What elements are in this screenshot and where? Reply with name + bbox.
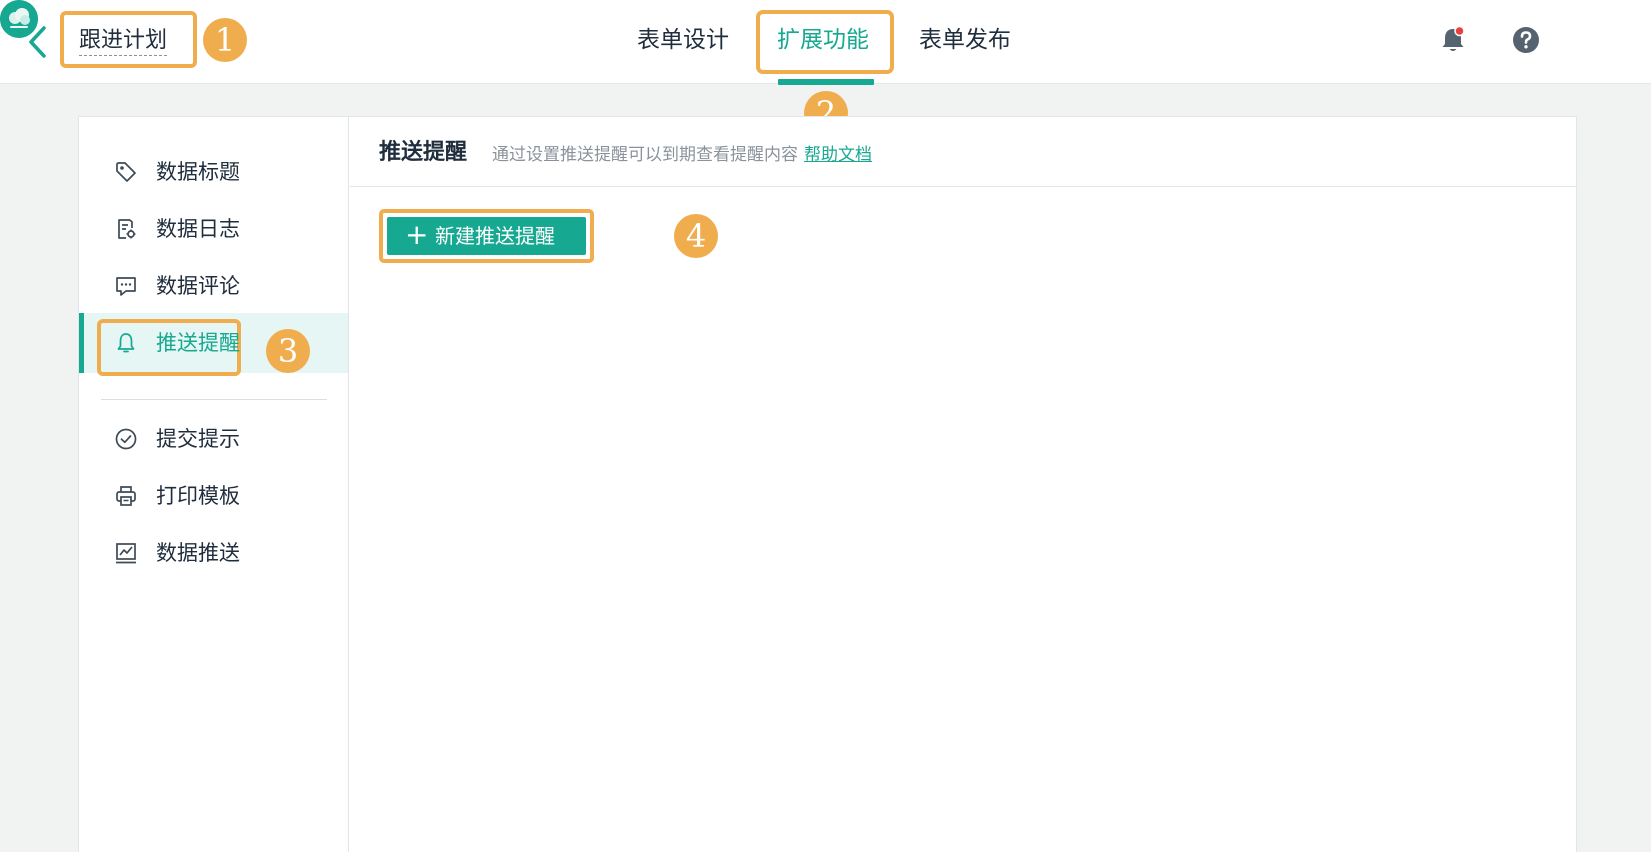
sidebar: 数据标题 数据日志 数据评论 推送提醒 3 提交提示 打印模板 数据推送	[79, 117, 349, 852]
help-doc-link[interactable]: 帮助文档	[804, 145, 872, 165]
description-text: 通过设置推送提醒可以到期查看提醒内容	[492, 145, 798, 165]
bell-icon	[114, 331, 138, 355]
section-description: 通过设置推送提醒可以到期查看提醒内容 帮助文档	[492, 144, 872, 166]
chart-icon	[114, 541, 138, 565]
sidebar-item-label: 数据标题	[156, 160, 240, 184]
annotation-box-4: + 新建推送提醒	[379, 209, 594, 263]
tab-form-design[interactable]: 表单设计	[637, 24, 729, 56]
section-header: 推送提醒 通过设置推送提醒可以到期查看提醒内容 帮助文档	[350, 117, 1576, 187]
notification-bell-icon[interactable]	[1437, 24, 1469, 56]
main-content: 推送提醒 通过设置推送提醒可以到期查看提醒内容 帮助文档 + 新建推送提醒 4	[350, 117, 1576, 852]
sidebar-item-label: 推送提醒	[156, 331, 240, 355]
annotation-badge-1: 1	[203, 18, 247, 62]
comment-icon	[114, 274, 138, 298]
log-icon	[114, 217, 138, 241]
printer-icon	[114, 484, 138, 508]
tab-form-publish[interactable]: 表单发布	[919, 24, 1011, 56]
tag-icon	[114, 160, 138, 184]
back-arrow-icon[interactable]	[24, 22, 52, 62]
tab-extensions[interactable]: 扩展功能	[777, 24, 869, 56]
sidebar-item-data-comment[interactable]: 数据评论	[79, 256, 348, 316]
section-title: 推送提醒	[379, 140, 468, 165]
settings-panel: 数据标题 数据日志 数据评论 推送提醒 3 提交提示 打印模板 数据推送 推送提…	[78, 116, 1577, 852]
check-circle-icon	[114, 427, 138, 451]
sidebar-item-label: 数据推送	[156, 541, 240, 565]
sidebar-item-data-log[interactable]: 数据日志	[79, 199, 348, 259]
top-bar: 跟进计划 1 表单设计 扩展功能 表单发布 2	[0, 0, 1651, 135]
form-title[interactable]: 跟进计划	[79, 27, 168, 56]
help-icon[interactable]	[1510, 24, 1542, 56]
sidebar-item-label: 数据评论	[156, 274, 240, 298]
sidebar-item-data-title[interactable]: 数据标题	[79, 142, 348, 202]
sidebar-divider	[101, 399, 327, 400]
annotation-badge-3: 3	[266, 329, 310, 373]
sidebar-item-label: 打印模板	[156, 484, 240, 508]
sidebar-item-submit-tips[interactable]: 提交提示	[79, 409, 348, 469]
sidebar-item-label: 数据日志	[156, 217, 240, 241]
sidebar-item-print-template[interactable]: 打印模板	[79, 466, 348, 526]
plus-icon: +	[405, 218, 429, 251]
annotation-box-1: 跟进计划	[60, 11, 197, 68]
sidebar-item-label: 提交提示	[156, 427, 240, 451]
new-push-reminder-button[interactable]: + 新建推送提醒	[387, 217, 586, 255]
active-tab-indicator	[778, 79, 874, 85]
sidebar-item-data-push[interactable]: 数据推送	[79, 523, 348, 583]
annotation-badge-4: 4	[674, 214, 718, 258]
button-label: 新建推送提醒	[435, 224, 555, 248]
